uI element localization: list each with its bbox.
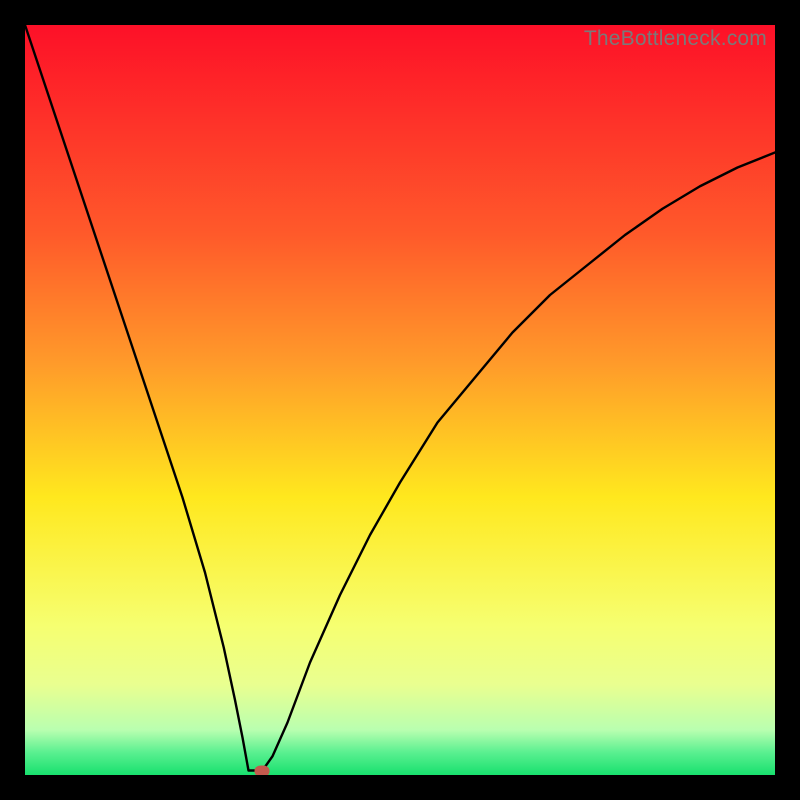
bottleneck-curve [25,25,775,771]
curve-layer [25,25,775,775]
chart-frame: TheBottleneck.com [0,0,800,800]
optimal-marker [255,765,270,775]
plot-area: TheBottleneck.com [25,25,775,775]
